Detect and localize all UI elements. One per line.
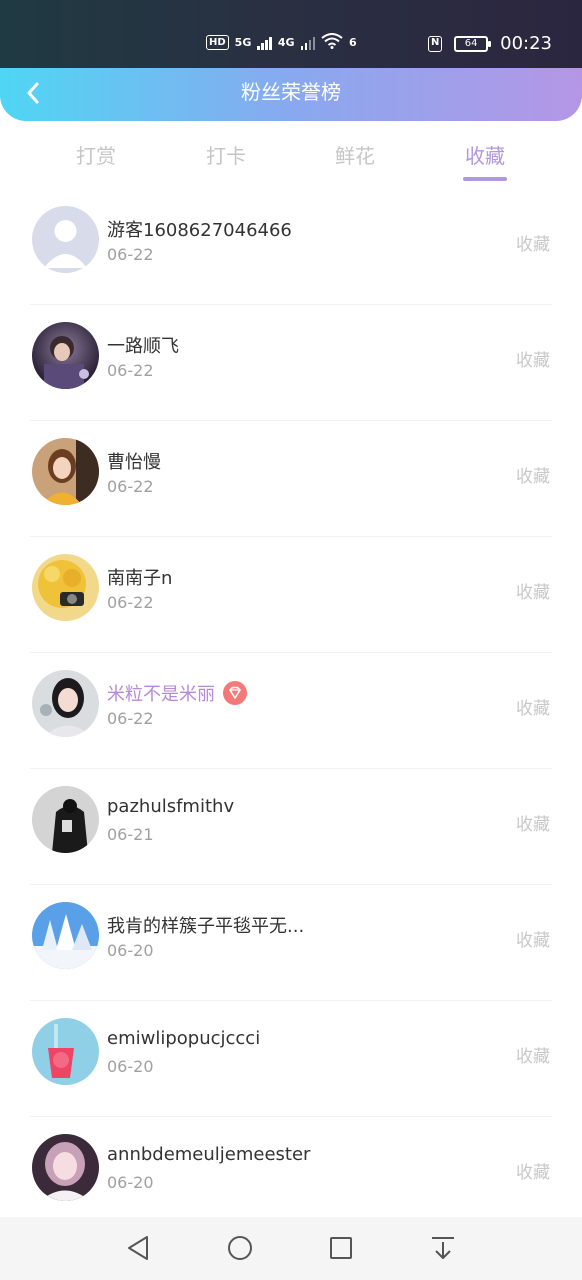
avatar[interactable] — [32, 438, 99, 505]
avatar[interactable] — [32, 322, 99, 389]
network-4g-label: 4G — [277, 36, 295, 49]
user-name: 游客1608627046466 — [107, 220, 292, 241]
header-bar: 粉丝荣誉榜 — [0, 68, 582, 121]
list-item[interactable]: 曹怡慢 06-22 收藏 — [0, 421, 582, 537]
square-recents-icon[interactable] — [326, 1233, 356, 1263]
avatar[interactable] — [32, 554, 99, 621]
list-item[interactable]: 米粒不是米丽 06-22 收藏 — [0, 653, 582, 769]
date: 06-20 — [107, 1173, 154, 1192]
tab-label: 收藏 — [465, 144, 505, 168]
avatar[interactable] — [32, 1018, 99, 1085]
avatar[interactable] — [32, 1134, 99, 1201]
status-right: N 64 00:23 — [428, 33, 552, 54]
circle-home-icon[interactable] — [225, 1233, 255, 1263]
wifi-6-label: 6 — [349, 36, 357, 49]
action-label: 收藏 — [516, 815, 550, 835]
date: 06-22 — [107, 593, 154, 612]
action-label: 收藏 — [516, 1163, 550, 1183]
action-label: 收藏 — [516, 351, 550, 371]
list-item[interactable]: 游客1608627046466 06-22 收藏 — [0, 189, 582, 305]
date: 06-22 — [107, 477, 154, 496]
tab-bar: 打赏 打卡 鲜花 收藏 — [0, 130, 582, 190]
triangle-back-icon[interactable] — [123, 1233, 153, 1263]
network-indicators: HD 5G 4G 6 — [206, 33, 357, 52]
list-item[interactable]: 我肯的样簇子平毯平无... 06-20 收藏 — [0, 885, 582, 1001]
action-label: 收藏 — [516, 467, 550, 487]
user-name-vip: 米粒不是米丽 — [107, 680, 247, 707]
user-name: pazhulsfmithv — [107, 796, 235, 817]
tab-checkin[interactable]: 打卡 — [186, 140, 266, 169]
avatar[interactable] — [32, 670, 99, 737]
avatar[interactable] — [32, 206, 99, 273]
action-label: 收藏 — [516, 235, 550, 255]
list-item[interactable]: annbdemeuljemeester 06-20 收藏 — [0, 1117, 582, 1233]
avatar[interactable] — [32, 902, 99, 969]
active-tab-indicator — [463, 177, 507, 181]
list-item[interactable]: 南南子n 06-22 收藏 — [0, 537, 582, 653]
wifi-icon — [321, 33, 343, 52]
date: 06-20 — [107, 941, 154, 960]
date: 06-22 — [107, 709, 154, 728]
list-item[interactable]: emiwlipopucjccci 06-20 收藏 — [0, 1001, 582, 1117]
user-name: 我肯的样簇子平毯平无... — [107, 916, 305, 937]
list-item[interactable]: pazhulsfmithv 06-21 收藏 — [0, 769, 582, 885]
user-name: 米粒不是米丽 — [107, 684, 215, 705]
user-name: 一路顺飞 — [107, 336, 179, 357]
date: 06-21 — [107, 825, 154, 844]
tab-label: 打卡 — [206, 144, 246, 168]
user-name: 南南子n — [107, 568, 173, 589]
system-nav-bar — [0, 1217, 582, 1280]
list-item[interactable]: 一路顺飞 06-22 收藏 — [0, 305, 582, 421]
fan-list: 游客1608627046466 06-22 收藏 一路顺飞 06-22 收藏 曹… — [0, 189, 582, 1233]
tab-tips[interactable]: 打赏 — [56, 140, 136, 169]
tab-label: 打赏 — [76, 144, 116, 168]
tab-flowers[interactable]: 鲜花 — [315, 140, 395, 169]
hd-icon: HD — [206, 35, 229, 50]
nfc-icon: N — [428, 35, 443, 52]
action-label: 收藏 — [516, 699, 550, 719]
network-5g-label: 5G — [234, 36, 252, 49]
clock: 00:23 — [500, 33, 552, 54]
date: 06-20 — [107, 1057, 154, 1076]
tab-label: 鲜花 — [335, 144, 375, 168]
user-name: annbdemeuljemeester — [107, 1144, 311, 1165]
avatar[interactable] — [32, 786, 99, 853]
tab-favorites[interactable]: 收藏 — [445, 140, 525, 181]
action-label: 收藏 — [516, 931, 550, 951]
diamond-badge-icon — [223, 681, 247, 705]
user-name: 曹怡慢 — [107, 452, 161, 473]
action-label: 收藏 — [516, 1047, 550, 1067]
pull-down-icon[interactable] — [428, 1233, 458, 1263]
signal-icon-2 — [300, 36, 316, 50]
battery-icon: 64 — [454, 35, 492, 52]
date: 06-22 — [107, 245, 154, 264]
user-name: emiwlipopucjccci — [107, 1028, 261, 1049]
page-title: 粉丝荣誉榜 — [241, 80, 341, 104]
date: 06-22 — [107, 361, 154, 380]
signal-icon — [257, 36, 272, 50]
action-label: 收藏 — [516, 583, 550, 603]
